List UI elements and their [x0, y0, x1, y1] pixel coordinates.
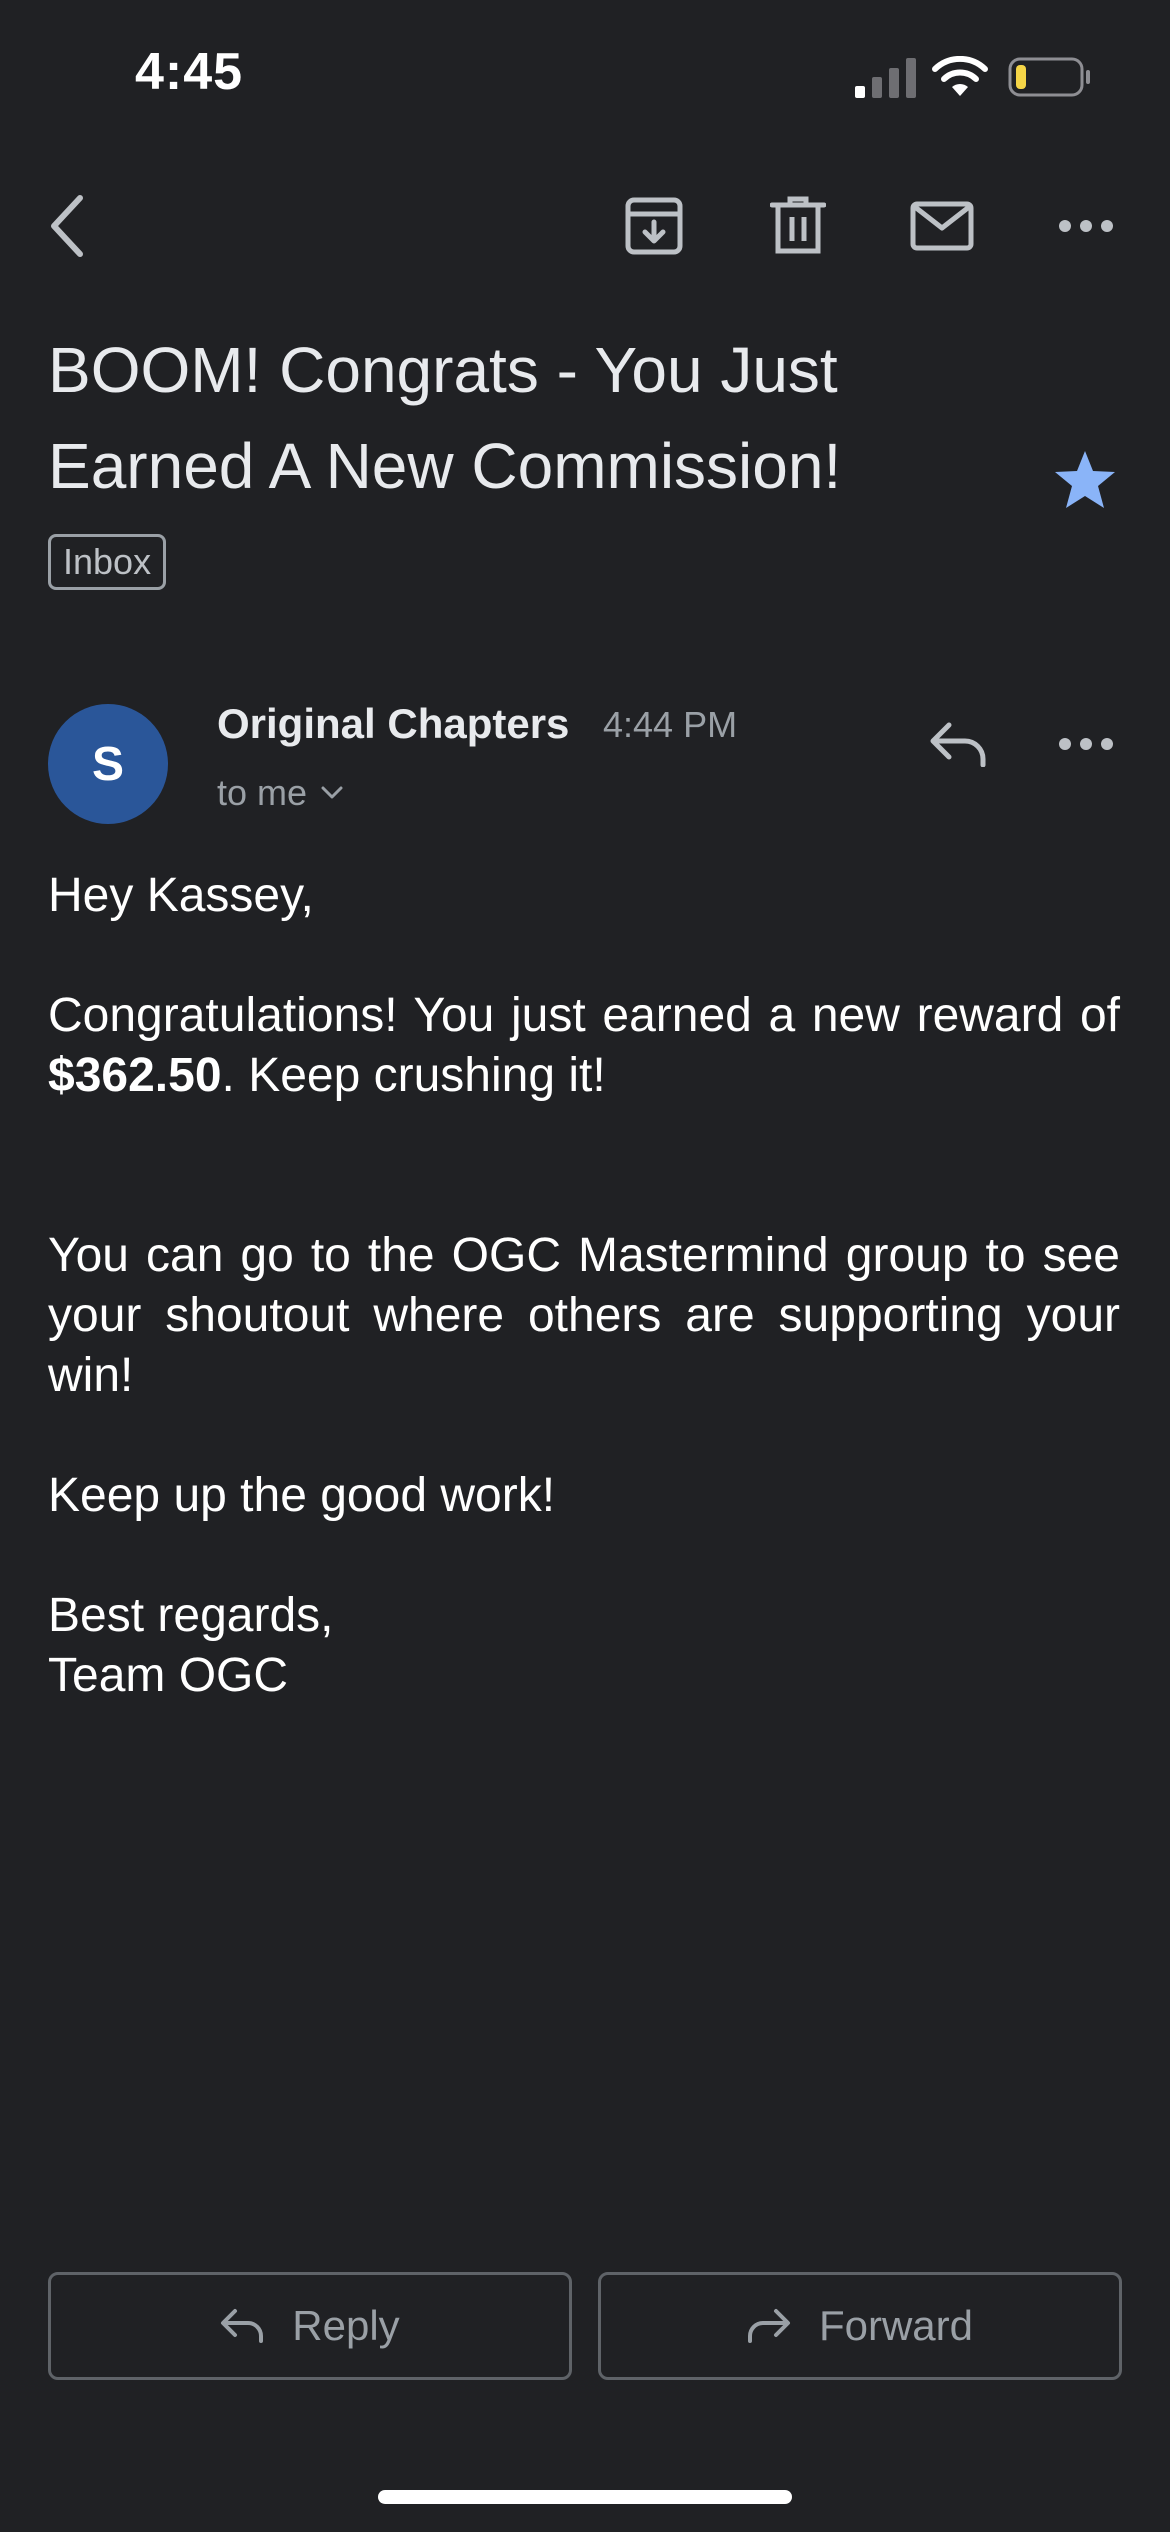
forward-label: Forward: [818, 2302, 974, 2349]
status-time: 4:45: [135, 43, 244, 101]
avatar-initial: S: [91, 737, 124, 791]
body-paragraph-2: You can go to the OGC Mastermind group t…: [48, 1229, 1120, 1402]
recipient-text: to me: [217, 772, 308, 813]
reply-button[interactable]: Reply: [48, 2272, 572, 2380]
para1-start: Congratulations! You just earned a new r…: [48, 989, 1120, 1042]
chevron-down-icon: [321, 786, 343, 799]
reply-icon: [221, 2309, 264, 2343]
reward-amount: $362.50: [48, 1049, 222, 1102]
para1-end: . Keep crushing it!: [221, 1049, 606, 1102]
reply-icon-button[interactable]: [922, 708, 994, 780]
subject-line-2: Earned A New Commission!: [48, 430, 842, 502]
reply-icon: [930, 722, 986, 767]
greeting: Hey Kassey,: [48, 869, 314, 922]
signoff: Best regards,: [48, 1589, 334, 1642]
star-icon[interactable]: [1052, 448, 1118, 514]
mark-unread-button[interactable]: [906, 190, 978, 262]
mail-icon: [910, 201, 974, 251]
subject-line-1: BOOM! Congrats - You Just: [48, 334, 838, 406]
email-subject: BOOM! Congrats - You Just Earned A New C…: [48, 322, 1008, 514]
body-paragraph-3: Keep up the good work!: [48, 1469, 556, 1522]
cellular-signal-icon: [855, 58, 916, 98]
forward-button[interactable]: Forward: [598, 2272, 1122, 2380]
back-button[interactable]: [32, 190, 104, 262]
archive-button[interactable]: [618, 190, 690, 262]
battery-icon: [1008, 57, 1090, 97]
body-paragraph-1: Congratulations! You just earned a new r…: [48, 986, 1120, 1106]
home-indicator[interactable]: [378, 2490, 792, 2504]
more-options-button[interactable]: [1050, 190, 1122, 262]
signature: Team OGC: [48, 1649, 289, 1702]
recipient-details-toggle[interactable]: to me: [217, 772, 343, 814]
inbox-label[interactable]: Inbox: [48, 534, 167, 590]
chevron-left-icon: [51, 195, 83, 257]
archive-icon: [625, 197, 683, 255]
email-body: Hey Kassey, Congratulations! You just ea…: [48, 866, 1120, 1706]
more-horizontal-icon: [1059, 738, 1113, 750]
forward-icon: [747, 2309, 790, 2343]
sender-name[interactable]: Original Chapters: [217, 700, 569, 748]
message-more-button[interactable]: [1050, 708, 1122, 780]
wifi-icon: [932, 56, 988, 96]
more-horizontal-icon: [1059, 220, 1113, 232]
sender-avatar[interactable]: S: [48, 704, 168, 824]
trash-icon: [770, 196, 826, 254]
reply-label: Reply: [292, 2302, 400, 2349]
sent-time: 4:44 PM: [603, 704, 738, 745]
delete-button[interactable]: [762, 190, 834, 262]
